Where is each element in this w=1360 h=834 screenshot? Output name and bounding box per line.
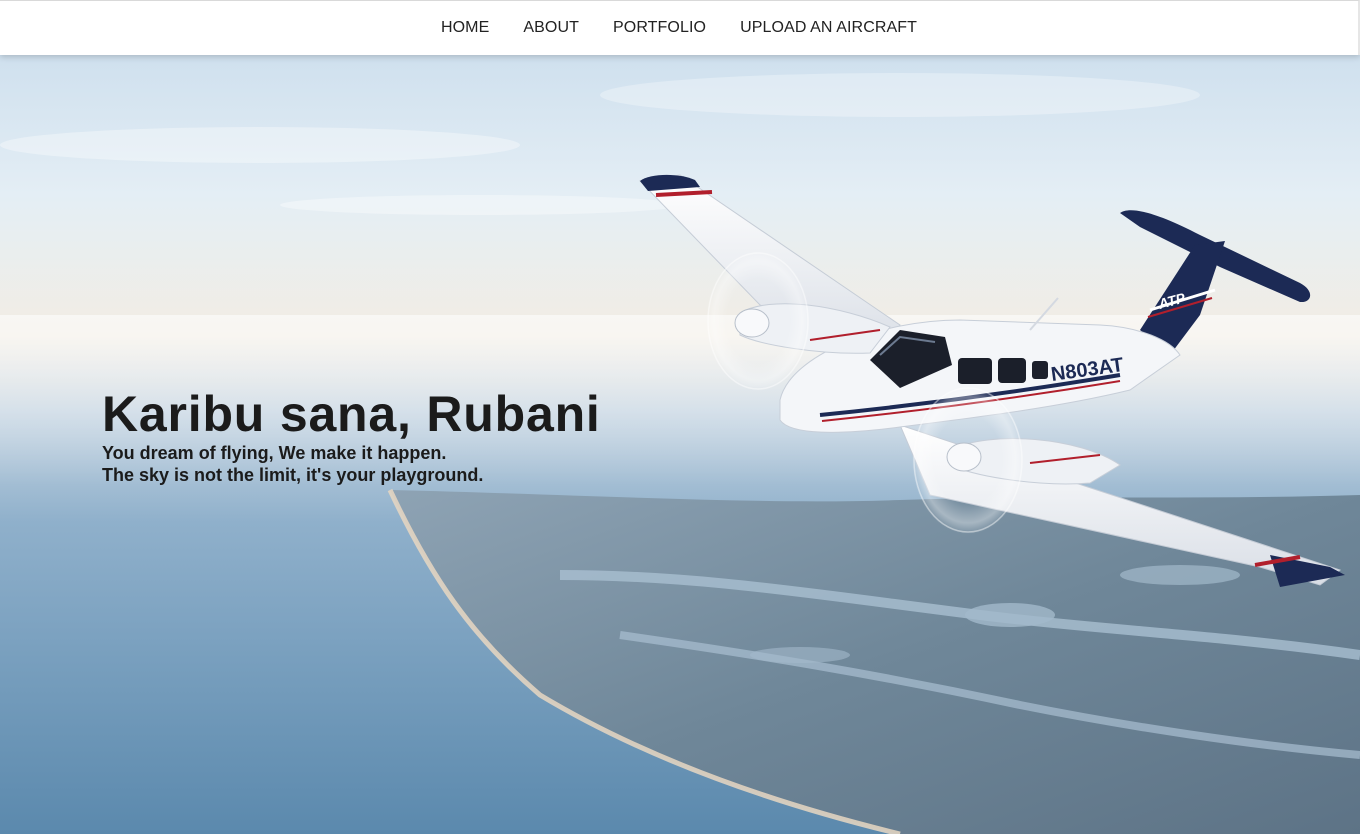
page: HOME ABOUT PORTFOLIO UPLOAD AN AIRCRAFT [0, 0, 1360, 834]
hero-section: N803AT ATP Karibu sana, Rubani You dream… [0, 55, 1360, 834]
nav-item-about: ABOUT [523, 19, 579, 37]
nav-link-portfolio[interactable]: PORTFOLIO [613, 19, 706, 36]
hero-title: Karibu sana, Rubani [102, 386, 601, 442]
top-navbar: HOME ABOUT PORTFOLIO UPLOAD AN AIRCRAFT [0, 0, 1360, 55]
hero-text-block: Karibu sana, Rubani You dream of flying,… [102, 386, 601, 486]
hero-tagline-1: You dream of flying, We make it happen. [102, 443, 447, 463]
nav-item-home: HOME [441, 19, 489, 37]
nav-item-portfolio: PORTFOLIO [613, 19, 706, 37]
nav-item-upload-aircraft: UPLOAD AN AIRCRAFT [740, 19, 917, 37]
nav-menu: HOME ABOUT PORTFOLIO UPLOAD AN AIRCRAFT [441, 19, 917, 38]
nav-link-about[interactable]: ABOUT [523, 19, 579, 36]
nav-link-upload-aircraft[interactable]: UPLOAD AN AIRCRAFT [740, 19, 917, 36]
nav-link-home[interactable]: HOME [441, 19, 489, 36]
hero-tagline-2: The sky is not the limit, it's your play… [102, 465, 484, 485]
